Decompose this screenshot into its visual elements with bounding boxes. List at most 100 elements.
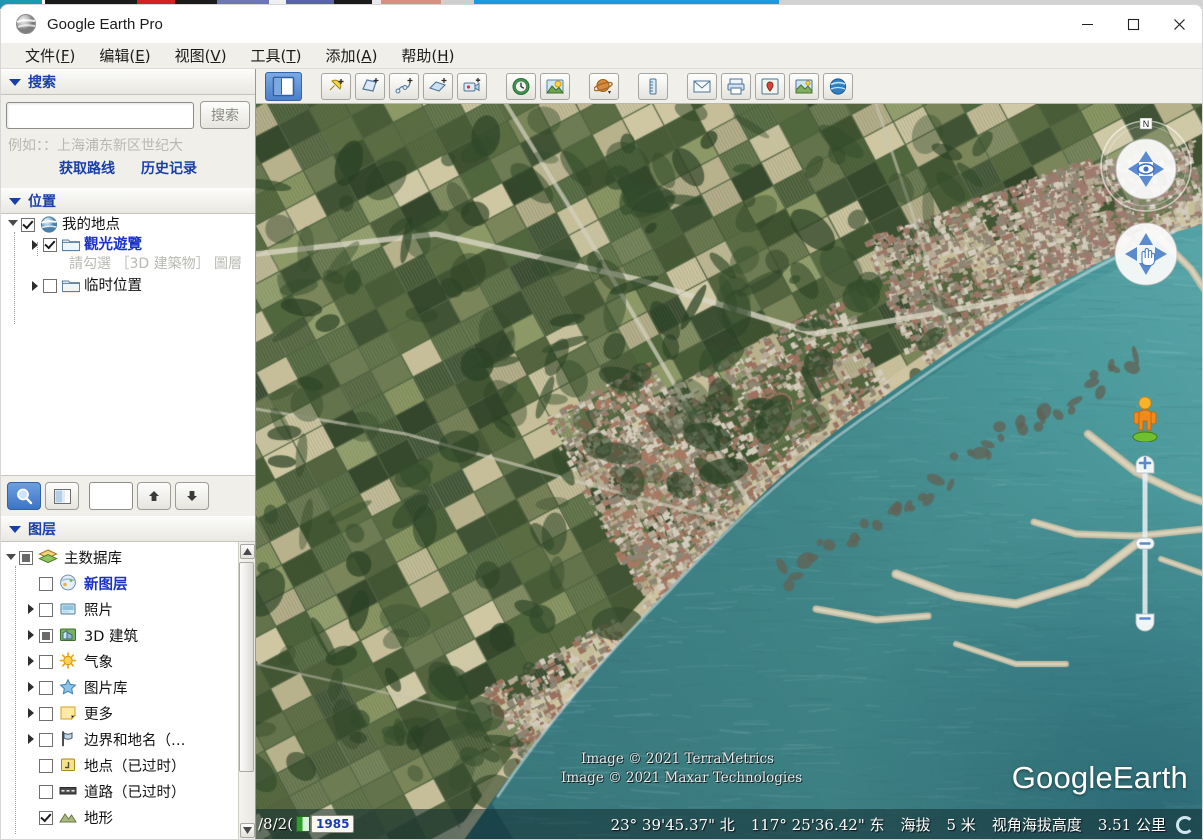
scroll-up-button[interactable] (239, 544, 255, 559)
new-layer-icon (58, 574, 80, 592)
email-button[interactable] (687, 72, 717, 100)
places-tree[interactable]: 我的地点 觀光遊覽 請勾選 ［3D 建築物］ 圖層 临时位置 (1, 214, 255, 476)
layers-row-places-deprecated[interactable]: 地点（已过时） (1, 752, 238, 778)
layers-label-borders-labels: 边界和地名（… (84, 732, 186, 749)
print-button[interactable] (721, 72, 751, 100)
layers-row-photos[interactable]: 照片 (1, 596, 238, 622)
expand-arrow-right-icon[interactable] (23, 708, 39, 718)
layers-scrollbar-thumb[interactable] (239, 562, 254, 772)
map-column: N Image © 2021 TerraMetrics Image © 2021… (256, 69, 1202, 839)
menu-view[interactable]: 视图(V) (163, 43, 239, 69)
menu-file[interactable]: 文件(F) (13, 43, 87, 69)
expand-arrow-right-icon[interactable] (27, 236, 43, 250)
layers-row-primary-database[interactable]: 主数据库 (1, 544, 238, 570)
add-placemark-button[interactable] (321, 72, 351, 100)
checkbox-primary-database[interactable] (19, 551, 33, 565)
map-viewport[interactable]: N Image © 2021 TerraMetrics Image © 2021… (256, 104, 1202, 839)
close-button[interactable] (1156, 5, 1202, 43)
path-plus-icon (394, 77, 414, 96)
split-view-icon[interactable] (45, 482, 79, 510)
search-panel: 搜索 例如：：上海浦东新区世纪大 获取路线 历史记录 ...... (1, 95, 255, 190)
maximize-button[interactable] (1110, 5, 1156, 43)
checkbox-gallery[interactable] (39, 681, 53, 695)
ruler-button[interactable] (638, 72, 668, 100)
add-polygon-button[interactable] (355, 72, 385, 100)
checkbox-3d-buildings[interactable] (39, 629, 53, 643)
checkbox-weather[interactable] (39, 655, 53, 669)
expand-arrow-right-icon[interactable] (23, 604, 39, 614)
layers-row-weather[interactable]: 气象 (1, 648, 238, 674)
expand-arrow-right-icon[interactable] (23, 630, 39, 640)
layers-label-more: 更多 (84, 706, 113, 723)
layers-row-terrain[interactable]: 地形 (1, 804, 238, 830)
expand-arrow-right-icon[interactable] (23, 682, 39, 692)
menu-tools[interactable]: 工具(T) (239, 43, 314, 69)
places-search-icon[interactable] (7, 482, 41, 510)
layers-list: 主数据库 新图层 照片 3D 建筑 气象 图片库更多边界和地名（… 地点（已过时） 道路（已过… (1, 542, 238, 839)
checkbox-places-deprecated[interactable] (39, 759, 53, 773)
layers-row-gallery[interactable]: 图片库 (1, 674, 238, 700)
move-joystick[interactable] (1112, 220, 1180, 288)
save-image-button[interactable] (789, 72, 819, 100)
date-slider-text: /8/2( (258, 815, 294, 833)
record-tour-button[interactable] (457, 72, 487, 100)
historical-imagery-date-slider[interactable]: /8/2( 1985 (258, 811, 355, 837)
look-joystick[interactable]: N (1098, 117, 1194, 214)
expand-arrow-right-icon[interactable] (23, 656, 39, 666)
minimize-button[interactable] (1064, 5, 1110, 43)
checkbox-more[interactable] (39, 707, 53, 721)
street-view-pegman-icon[interactable] (1130, 396, 1160, 443)
switch-planet-button[interactable] (589, 72, 619, 100)
search-input[interactable] (6, 101, 194, 129)
toggle-sidebar-button[interactable] (265, 71, 302, 101)
menu-help[interactable]: 帮助(H) (389, 43, 466, 69)
layers-row-3d-buildings[interactable]: 3D 建筑 (1, 622, 238, 648)
layers-row-borders-labels[interactable]: 边界和地名（… (1, 726, 238, 752)
checkbox-terrain[interactable] (39, 811, 53, 825)
layers-row-roads-deprecated[interactable]: 道路（已过时） (1, 778, 238, 804)
places-row-temporary-places[interactable]: 临时位置 (1, 275, 255, 295)
expand-arrow-down-icon[interactable] (5, 216, 21, 226)
places-row-my-places[interactable]: 我的地点 (1, 214, 255, 234)
places-row-sightseeing-tour-folder[interactable]: 觀光遊覽 (1, 234, 255, 254)
layers-row-new-layer[interactable]: 新图层 (1, 570, 238, 596)
checkbox-my-places[interactable] (21, 218, 35, 232)
view-in-maps-button[interactable] (755, 72, 785, 100)
historical-imagery-button[interactable] (506, 72, 536, 100)
checkbox-new-layer[interactable] (39, 577, 53, 591)
checkbox-temporary-places[interactable] (43, 279, 57, 293)
date-slider-handle[interactable] (296, 816, 311, 832)
sunlight-button[interactable] (540, 72, 570, 100)
scroll-down-button[interactable] (239, 823, 255, 838)
layers-label-terrain: 地形 (84, 810, 113, 827)
search-button[interactable]: 搜索 (200, 101, 250, 129)
search-panel-header[interactable]: 搜索 (1, 69, 255, 95)
expand-arrow-down-icon[interactable] (3, 554, 19, 560)
zoom-slider[interactable] (1133, 452, 1157, 636)
add-image-overlay-button[interactable] (423, 72, 453, 100)
expand-arrow-right-icon[interactable] (27, 277, 43, 291)
move-up-button[interactable] (137, 482, 171, 510)
layers-tree[interactable]: 主数据库 新图层 照片 3D 建筑 气象 图片库更多边界和地名（… 地点（已过时） 道路（已过… (1, 542, 255, 839)
places-filter-input[interactable] (89, 482, 133, 510)
checkbox-sightseeing-tour-folder[interactable] (43, 238, 57, 252)
status-elevation-value: 5 米 (946, 816, 976, 834)
sun-icon (58, 652, 80, 670)
expand-arrow-right-icon[interactable] (23, 734, 39, 744)
places-label-my-places: 我的地点 (62, 217, 120, 233)
show-globe-button[interactable] (823, 72, 853, 100)
checkbox-roads-deprecated[interactable] (39, 785, 53, 799)
checkbox-borders-labels[interactable] (39, 733, 53, 747)
history-link[interactable]: 历史记录 (141, 158, 197, 178)
get-directions-link[interactable]: 获取路线 (59, 158, 115, 178)
satellite-imagery[interactable] (256, 104, 1202, 839)
layers-row-more[interactable]: 更多 (1, 700, 238, 726)
checkbox-photos[interactable] (39, 603, 53, 617)
menu-edit[interactable]: 编辑(E) (87, 43, 162, 69)
menu-add[interactable]: 添加(A) (313, 43, 389, 69)
places-panel-header[interactable]: 位置 (1, 188, 255, 214)
place-square-icon (58, 756, 80, 774)
layers-panel-header[interactable]: 图层 (1, 516, 255, 542)
add-path-button[interactable] (389, 72, 419, 100)
move-down-button[interactable] (175, 482, 209, 510)
